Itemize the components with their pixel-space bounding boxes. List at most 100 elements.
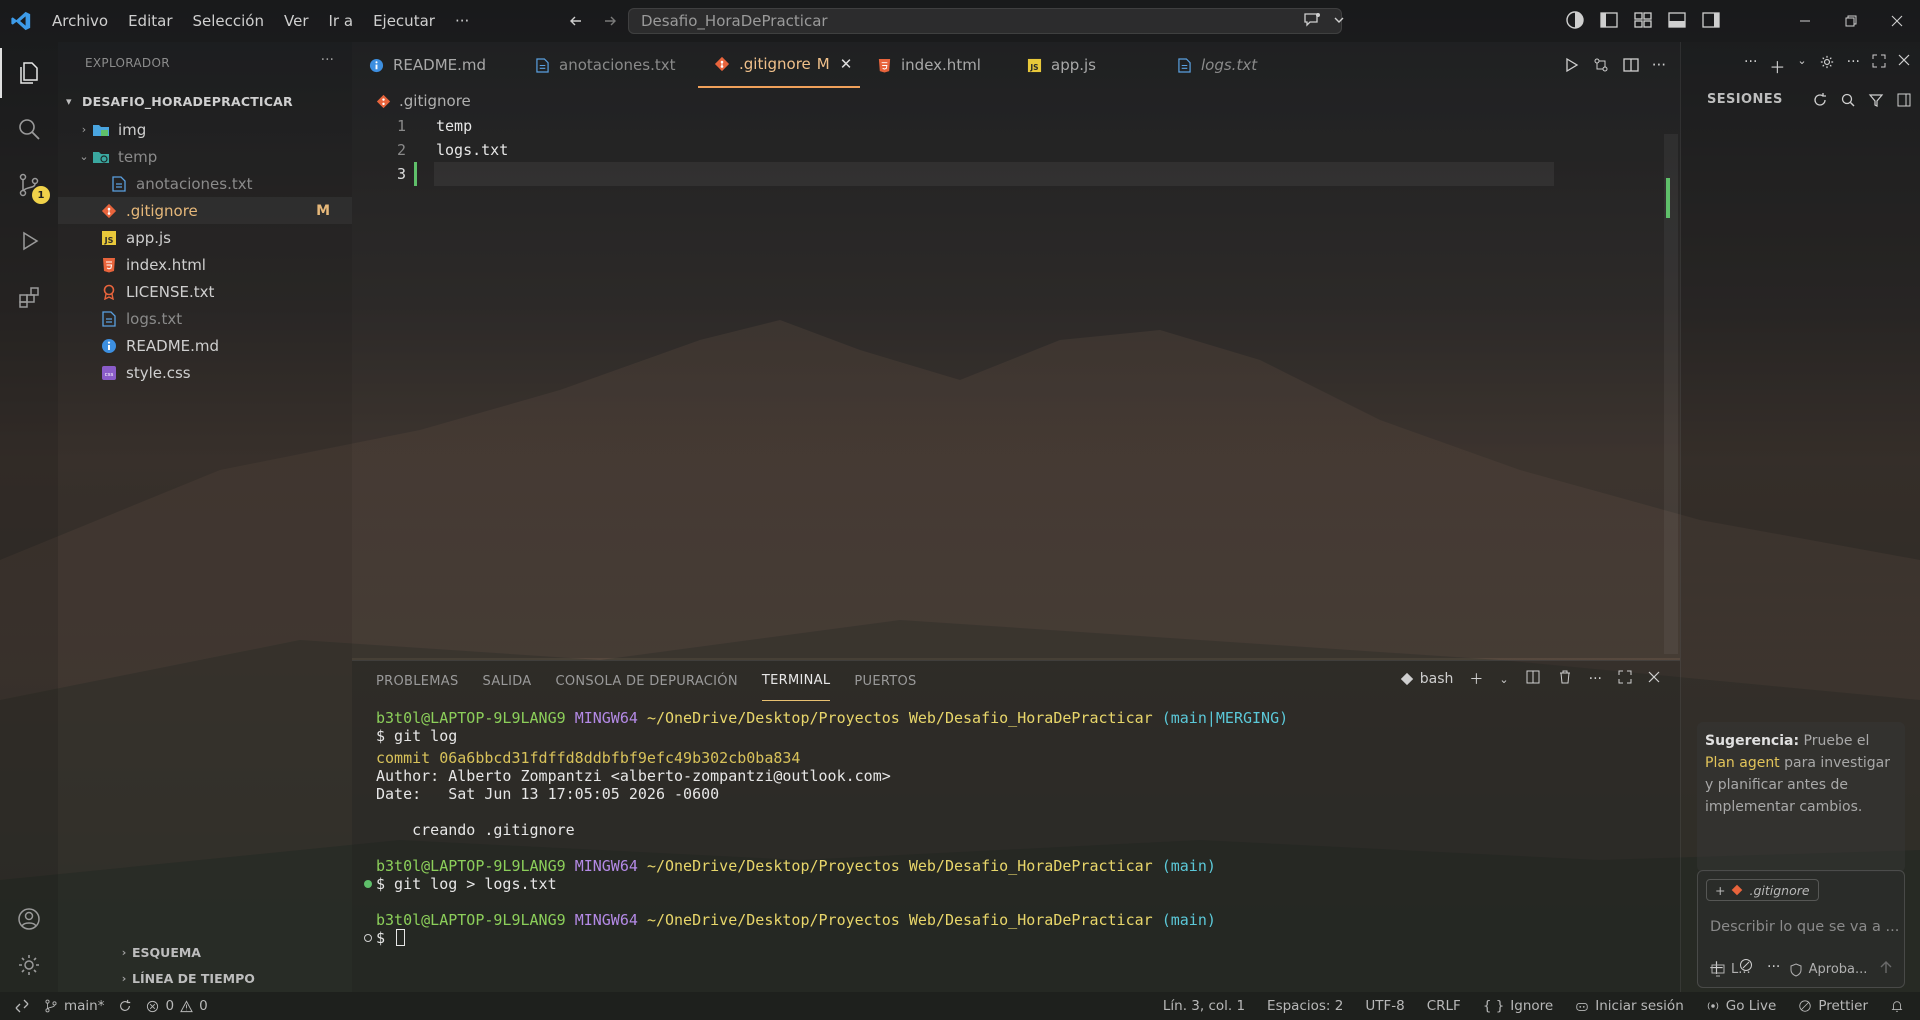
tree-item-style-css[interactable]: css style.css [58,359,352,386]
run-icon[interactable] [1562,56,1580,78]
command-center-search[interactable]: Desafio_HoraDePracticar [628,8,1342,34]
new-chat-icon[interactable]: ＋ [1769,54,1785,78]
new-terminal-icon[interactable]: ＋ [1469,669,1483,689]
trash-icon[interactable] [1557,669,1573,689]
notifications-bell-icon[interactable] [1890,999,1904,1013]
tab-gitignore[interactable]: .gitignore M ✕ [698,42,860,88]
search-icon[interactable] [1840,92,1856,112]
more-actions-icon[interactable]: ··· [1847,54,1860,78]
terminal-shell-selector[interactable]: bash [1400,671,1453,687]
toggle-view-icon[interactable] [1896,92,1912,112]
outline-section-header[interactable]: › ESQUEMA [58,940,352,964]
tree-item-anotaciones[interactable]: anotaciones.txt [58,170,352,197]
toggle-panel-icon[interactable] [1667,10,1687,34]
maximize-panel-icon[interactable] [1618,670,1632,688]
settings-gear-icon[interactable] [1819,54,1835,78]
plan-agent-link[interactable]: Plan agent [1705,755,1780,771]
local-mode-selector[interactable]: L... [1711,962,1751,977]
more-actions-icon[interactable]: ··· [1589,671,1602,687]
send-icon[interactable] [1878,959,1894,979]
compare-changes-icon[interactable] [1592,56,1610,78]
close-icon[interactable]: ✕ [840,55,853,73]
split-terminal-icon[interactable] [1525,669,1541,689]
settings-gear-icon[interactable] [0,940,58,990]
tree-item-label: index.html [126,255,206,274]
close-icon[interactable] [1898,54,1910,78]
signin-button[interactable]: Iniciar sesión [1575,998,1684,1014]
chat-input-placeholder[interactable]: Describir lo que se va a ... [1710,919,1899,935]
tab-index-html[interactable]: index.html [860,42,1010,88]
cursor-position[interactable]: Lín. 3, col. 1 [1163,998,1245,1014]
chevron-down-icon[interactable]: ⌄ [1499,673,1508,686]
problems-indicator[interactable]: 0 0 [146,998,208,1014]
tab-consola-depuracion[interactable]: CONSOLA DE DEPURACIÓN [556,661,738,701]
tree-item-gitignore[interactable]: .gitignore M [58,197,352,224]
end-of-line[interactable]: CRLF [1427,998,1461,1014]
more-actions-icon[interactable]: ··· [1744,54,1757,78]
language-mode[interactable]: { } Ignore [1483,998,1553,1014]
menu-archivo[interactable]: Archivo [42,0,118,42]
close-panel-icon[interactable] [1648,671,1660,687]
account-icon[interactable] [0,894,58,944]
menu-editar[interactable]: Editar [118,0,182,42]
menu-more[interactable]: ··· [445,0,479,42]
tree-item-license[interactable]: LICENSE.txt [58,278,352,305]
chevron-down-icon[interactable]: ⌄ [1797,54,1806,78]
restore-icon[interactable] [1828,0,1874,42]
split-editor-icon[interactable] [1622,56,1640,78]
branch-indicator[interactable]: main* [44,998,104,1014]
explorer-icon[interactable] [0,48,58,98]
maximize-icon[interactable] [1872,54,1886,78]
menu-ir-a[interactable]: Ir a [319,0,364,42]
menu-ejecutar[interactable]: Ejecutar [363,0,445,42]
context-chip[interactable]: + .gitignore [1706,879,1819,901]
project-folder-header[interactable]: ▾ DESAFIO_HORADEPRACTICAR [58,90,352,112]
run-debug-icon[interactable] [0,216,58,266]
tree-item-logs[interactable]: logs.txt [58,305,352,332]
breadcrumb-file[interactable]: .gitignore [399,92,471,110]
tab-anotaciones[interactable]: anotaciones.txt [518,42,698,88]
approval-selector[interactable]: Aproba... [1789,962,1867,977]
tab-problemas[interactable]: PROBLEMAS [376,661,459,701]
chevron-down-icon[interactable] [1332,10,1346,34]
tab-terminal[interactable]: TERMINAL [761,661,831,701]
editor-scrollbar[interactable] [1664,134,1678,654]
filter-icon[interactable] [1868,92,1884,112]
source-control-icon[interactable]: 1 [0,160,58,210]
tree-item-img[interactable]: › img [58,116,352,143]
sync-icon[interactable] [118,999,132,1013]
remote-indicator-icon[interactable] [14,998,30,1014]
copilot-chat-icon[interactable] [1302,10,1322,34]
close-window-icon[interactable] [1874,0,1920,42]
tab-puertos[interactable]: PUERTOS [854,661,916,701]
tab-salida[interactable]: SALIDA [483,661,532,701]
customize-layout-icon[interactable] [1633,10,1653,34]
tree-item-appjs[interactable]: JS app.js [58,224,352,251]
tree-item-readme[interactable]: README.md [58,332,352,359]
encoding[interactable]: UTF-8 [1365,998,1404,1014]
toggle-secondary-sidebar-icon[interactable] [1701,10,1721,34]
explorer-more-button[interactable]: ··· [321,52,334,68]
back-arrow-icon[interactable] [565,10,587,32]
search-icon[interactable] [0,104,58,154]
prettier-button[interactable]: Prettier [1798,998,1868,1014]
extensions-icon[interactable] [0,272,58,322]
add-context-icon[interactable]: + [1715,883,1725,898]
tab-logs[interactable]: logs.txt [1160,42,1310,88]
more-actions-icon[interactable]: ··· [1652,56,1666,78]
forward-arrow-icon[interactable] [599,10,621,32]
menu-seleccion[interactable]: Selección [183,0,275,42]
timeline-section-header[interactable]: › LÍNEA DE TIEMPO [58,966,352,990]
toggle-primary-sidebar-icon[interactable] [1599,10,1619,34]
menu-ver[interactable]: Ver [274,0,319,42]
terminal-input-line[interactable]: $ [376,927,406,949]
tab-readme[interactable]: README.md [352,42,518,88]
tree-item-index-html[interactable]: index.html [58,251,352,278]
tab-appjs[interactable]: JS app.js [1010,42,1160,88]
go-live-button[interactable]: Go Live [1706,998,1776,1014]
accounts-theme-icon[interactable] [1565,10,1585,34]
minimize-icon[interactable] [1782,0,1828,42]
tree-item-temp[interactable]: ⌄ temp [58,143,352,170]
refresh-icon[interactable] [1812,92,1828,112]
indentation[interactable]: Espacios: 2 [1267,998,1343,1014]
